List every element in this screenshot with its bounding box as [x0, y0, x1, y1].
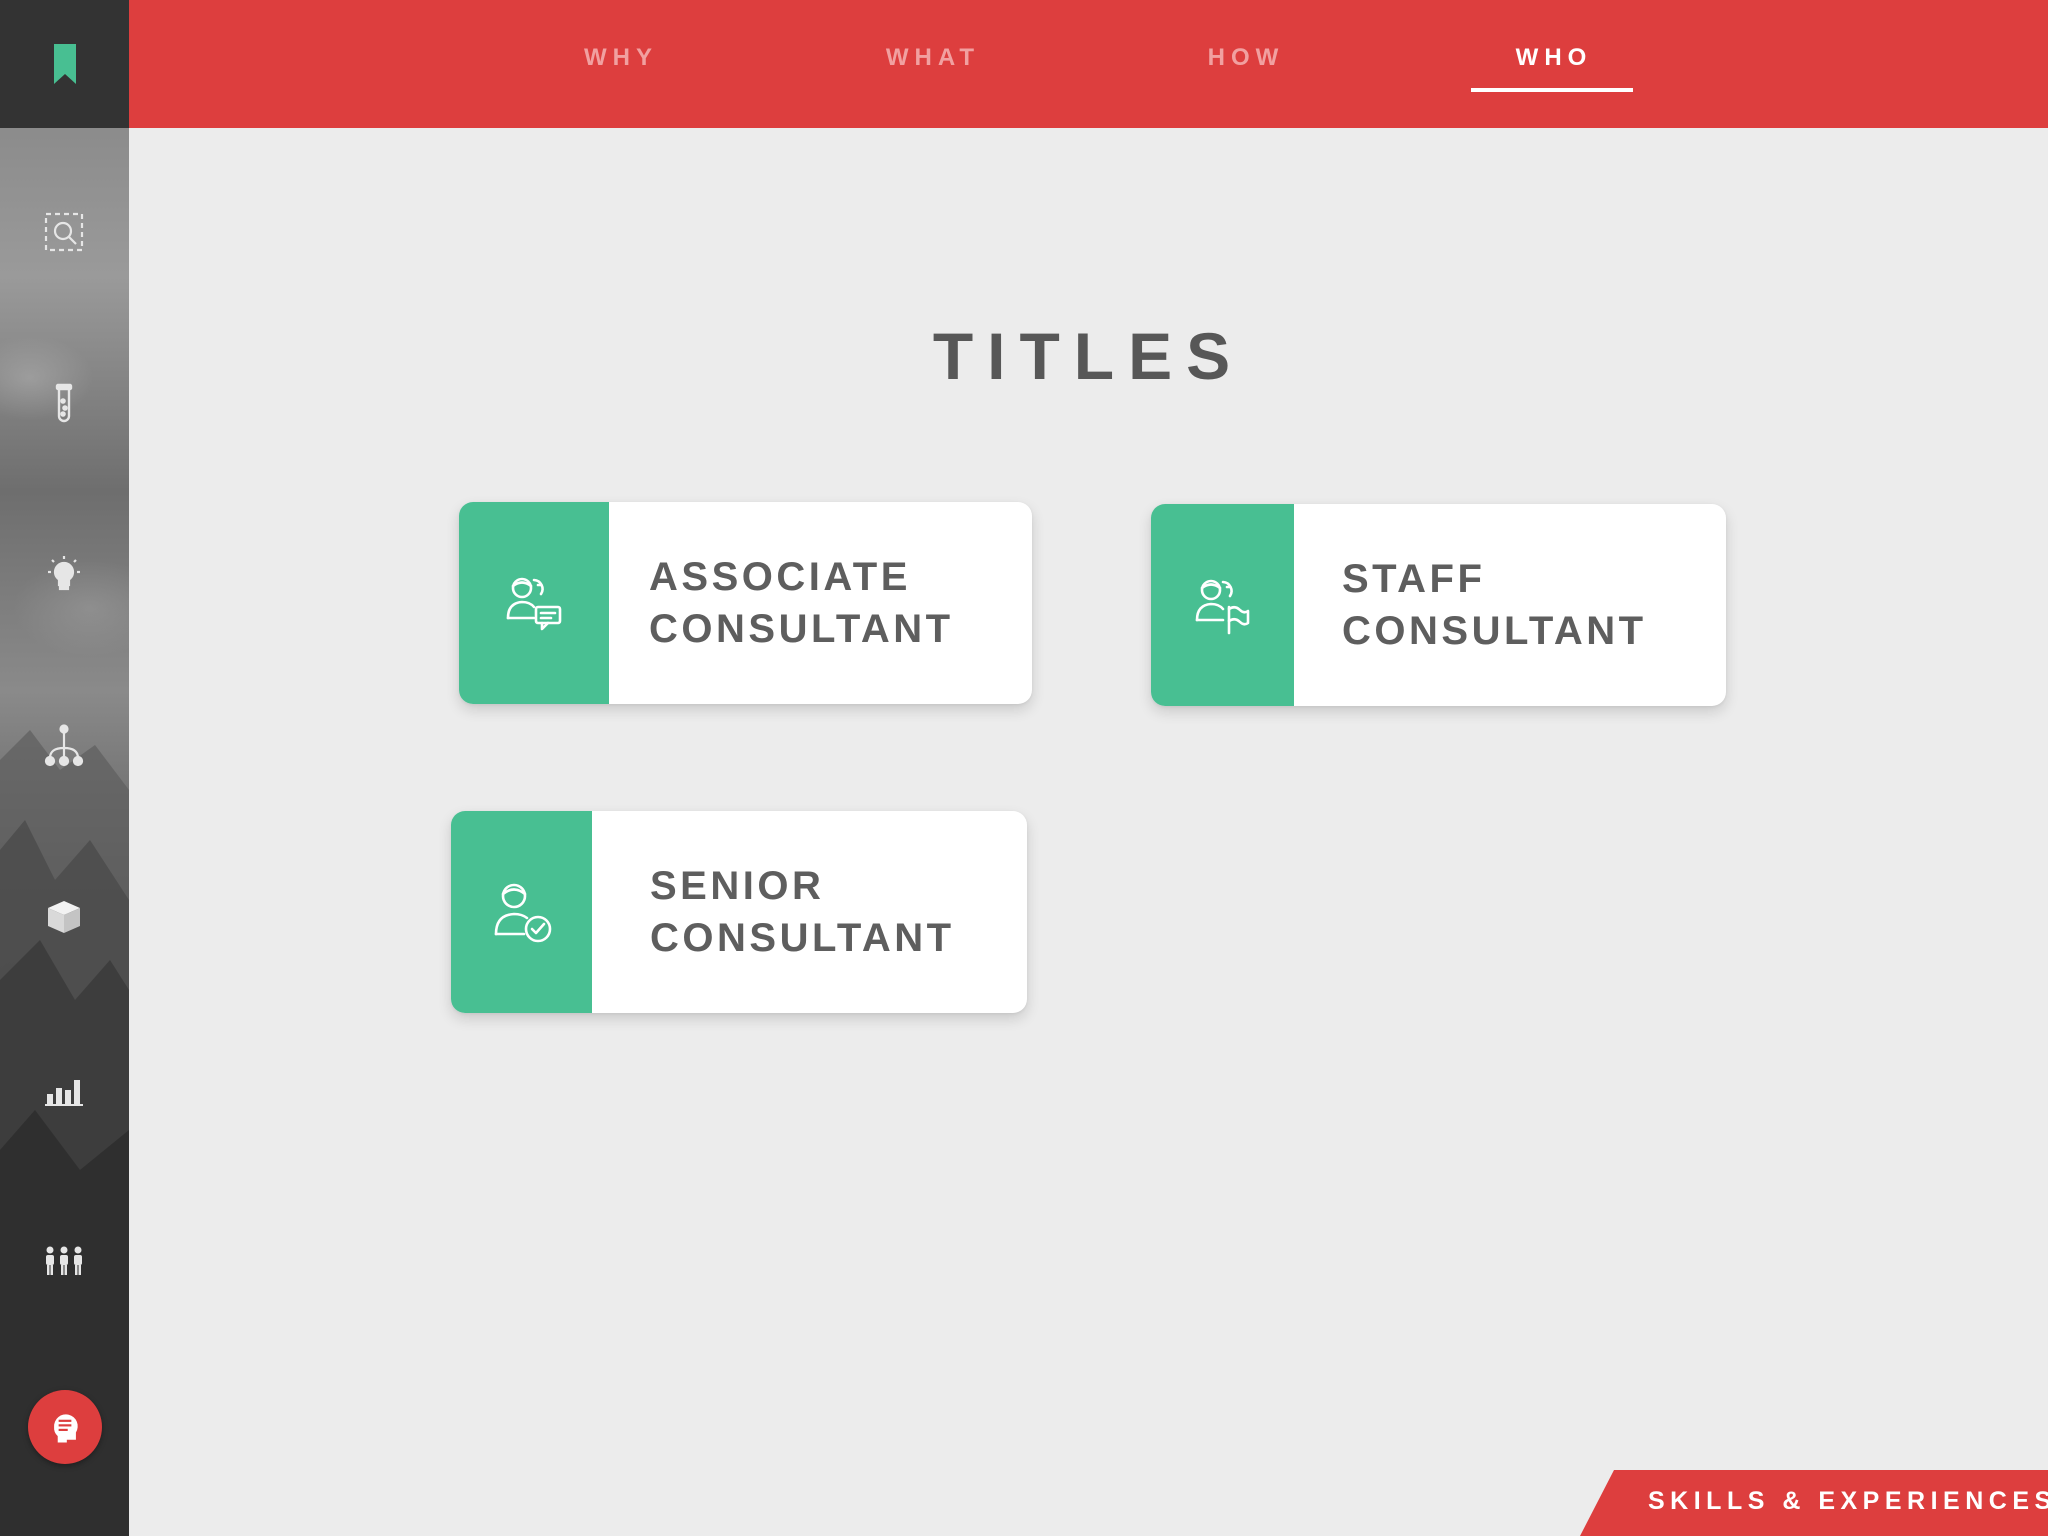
nav-tab-how[interactable]: HOW — [1166, 44, 1326, 84]
nav-tab-what[interactable]: WHAT — [853, 44, 1013, 84]
card-associate-consultant[interactable]: ASSOCIATE CONSULTANT — [459, 502, 1032, 704]
lightbulb-icon[interactable] — [40, 550, 88, 598]
sidebar-header — [0, 0, 129, 128]
card-title-line2: CONSULTANT — [1342, 609, 1647, 653]
card-icon-band — [451, 811, 592, 1013]
card-title-line1: SENIOR — [650, 864, 825, 908]
card-label: STAFF CONSULTANT — [1342, 504, 1647, 706]
card-senior-consultant[interactable]: SENIOR CONSULTANT — [451, 811, 1027, 1013]
card-staff-consultant[interactable]: STAFF CONSULTANT — [1151, 504, 1726, 706]
hierarchy-icon[interactable] — [40, 722, 88, 770]
card-label: SENIOR CONSULTANT — [650, 811, 955, 1013]
chat-button[interactable] — [28, 1390, 102, 1464]
search-frame-icon[interactable] — [40, 208, 88, 256]
card-title-line1: ASSOCIATE — [649, 555, 911, 599]
people-flag-icon — [1195, 579, 1249, 635]
bar-chart-icon[interactable] — [40, 1064, 88, 1112]
bookmark-logo-icon[interactable] — [54, 44, 76, 84]
top-nav — [129, 0, 2048, 128]
page-title: TITLES — [932, 319, 1245, 393]
skills-experiences-tag[interactable]: SKILLS & EXPERIENCES — [1580, 1470, 2048, 1536]
skills-tag-label: SKILLS & EXPERIENCES — [1648, 1487, 2048, 1515]
card-title-line2: CONSULTANT — [650, 916, 955, 960]
card-icon-band — [459, 502, 609, 704]
people-chat-icon — [506, 577, 562, 631]
team-icon[interactable] — [40, 1236, 88, 1284]
nav-tab-why[interactable]: WHY — [541, 44, 701, 84]
card-label: ASSOCIATE CONSULTANT — [649, 502, 954, 704]
sidebar — [0, 0, 129, 1536]
cube-icon[interactable] — [40, 893, 88, 941]
card-title-line2: CONSULTANT — [649, 607, 954, 651]
card-icon-band — [1151, 504, 1294, 706]
card-title-line1: STAFF — [1342, 557, 1486, 601]
nav-tab-who[interactable]: WHO — [1474, 44, 1634, 84]
person-check-icon — [494, 883, 551, 943]
chat-head-icon — [54, 1414, 78, 1443]
active-tab-indicator — [1471, 88, 1633, 92]
